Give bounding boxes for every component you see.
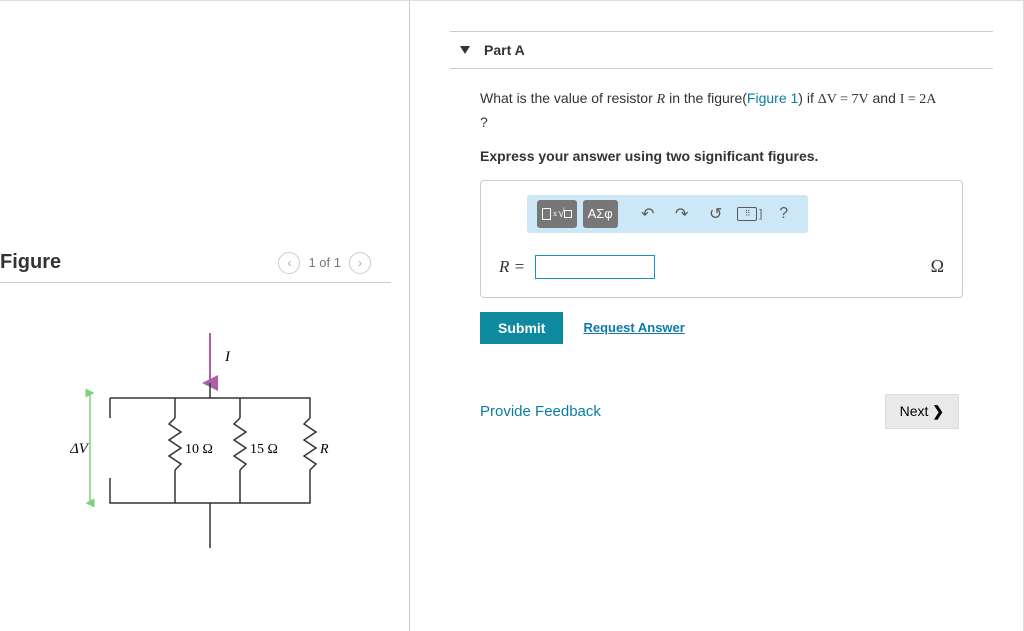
redo-button[interactable]: ↷ bbox=[668, 200, 696, 228]
answer-row: R = Ω bbox=[499, 255, 944, 279]
dv-label: ΔV bbox=[70, 441, 90, 457]
figure-header: Figure ‹ 1 of 1 › bbox=[0, 251, 391, 283]
request-answer-link[interactable]: Request Answer bbox=[583, 320, 684, 335]
answer-input[interactable] bbox=[535, 255, 655, 279]
reset-button[interactable]: ↺ bbox=[702, 200, 730, 228]
symbols-button[interactable]: ΑΣφ bbox=[583, 200, 618, 228]
r-equals-label: R = bbox=[499, 257, 525, 277]
figure-prev-button[interactable]: ‹ bbox=[278, 252, 300, 274]
keyboard-button[interactable]: ⠿] bbox=[736, 200, 764, 228]
i-label: I bbox=[224, 349, 231, 365]
unit-label: Ω bbox=[931, 256, 944, 277]
figure-next-button[interactable]: › bbox=[349, 252, 371, 274]
part-a-header[interactable]: Part A bbox=[450, 31, 993, 69]
part-a-title: Part A bbox=[484, 42, 525, 58]
figure-nav-position: 1 of 1 bbox=[308, 255, 341, 270]
instruction-text: Express your answer using two significan… bbox=[480, 148, 963, 164]
figure-title: Figure bbox=[0, 251, 61, 274]
templates-button[interactable]: x√ bbox=[537, 200, 577, 228]
circuit-figure: ΔV I bbox=[0, 283, 409, 556]
figure-nav: ‹ 1 of 1 › bbox=[278, 252, 371, 274]
collapse-icon bbox=[460, 46, 470, 54]
next-button[interactable]: Next ❯ bbox=[885, 394, 959, 429]
answer-box: x√ ΑΣφ ↶ ↷ ↺ ⠿] ? R = Ω bbox=[480, 180, 963, 298]
equation-toolbar: x√ ΑΣφ ↶ ↷ ↺ ⠿] ? bbox=[527, 195, 808, 233]
figure-link[interactable]: Figure 1 bbox=[747, 90, 798, 106]
help-button[interactable]: ? bbox=[770, 200, 798, 228]
r1-label: 10 Ω bbox=[185, 442, 213, 457]
question-text: What is the value of resistor R in the f… bbox=[480, 87, 963, 134]
submit-button[interactable]: Submit bbox=[480, 312, 563, 344]
submit-row: Submit Request Answer bbox=[480, 312, 963, 344]
r2-label: 15 Ω bbox=[250, 442, 278, 457]
r3-label: R bbox=[319, 442, 329, 457]
figure-panel: Figure ‹ 1 of 1 › bbox=[0, 1, 410, 631]
provide-feedback-link[interactable]: Provide Feedback bbox=[480, 403, 601, 420]
undo-button[interactable]: ↶ bbox=[634, 200, 662, 228]
question-panel: Part A What is the value of resistor R i… bbox=[410, 1, 1023, 631]
